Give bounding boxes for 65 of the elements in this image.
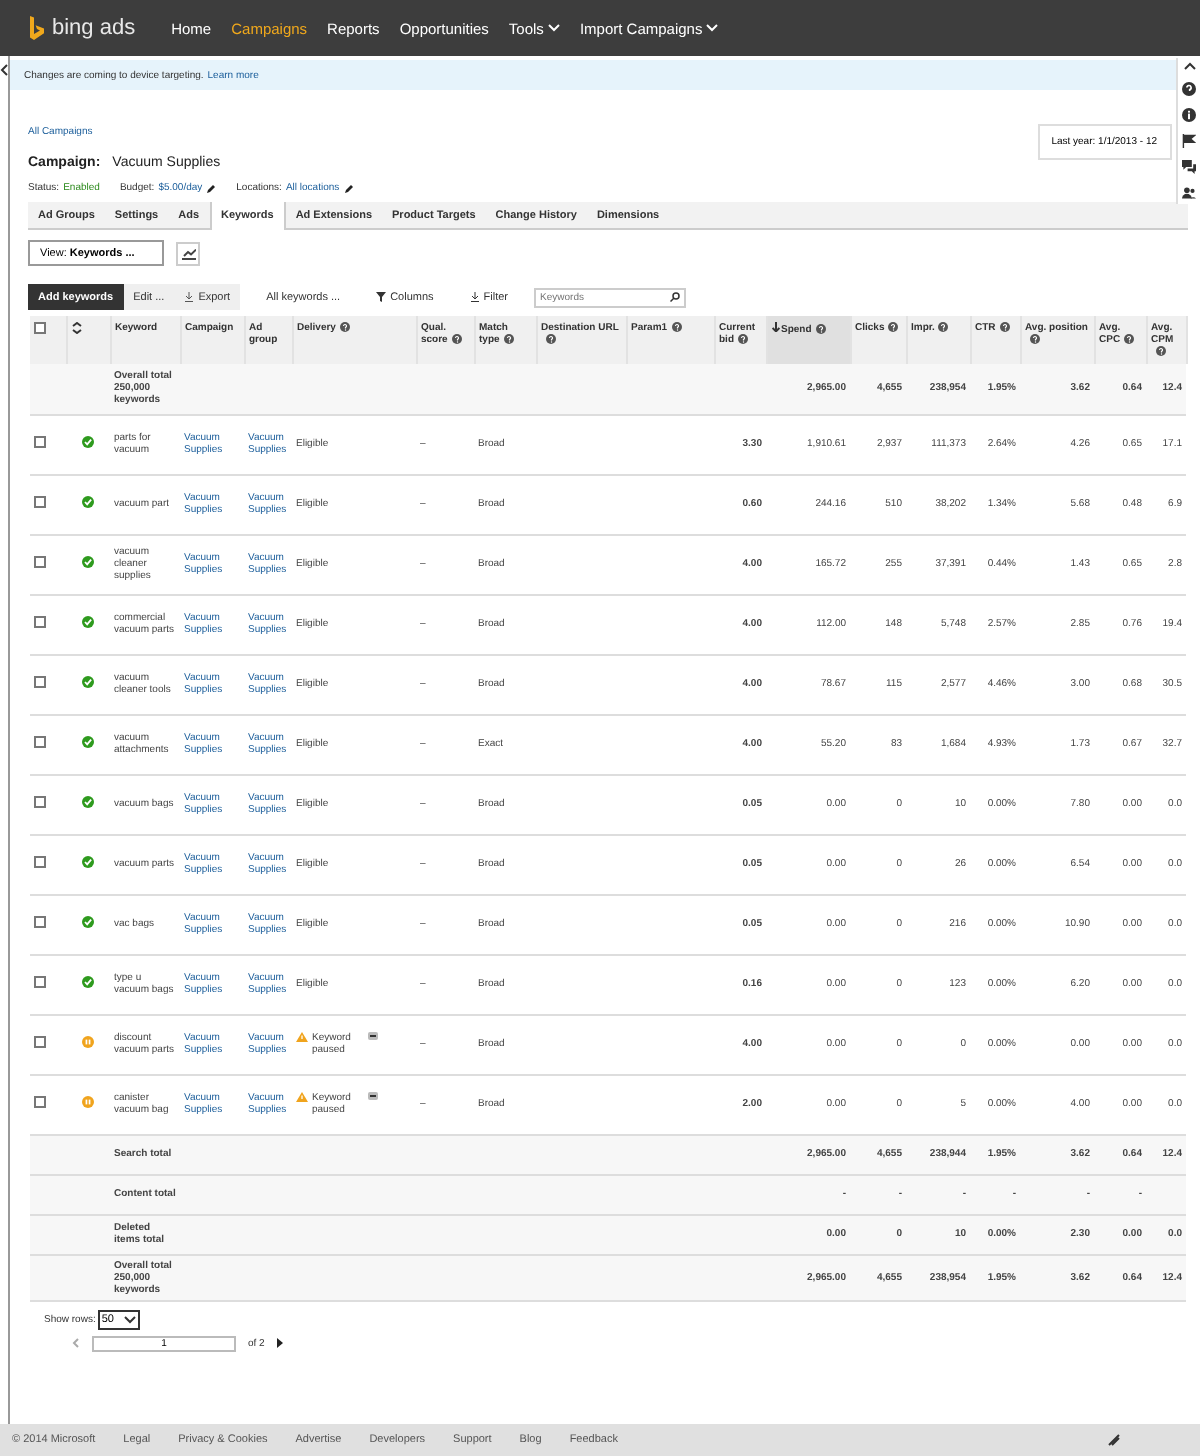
pencil-icon[interactable] [206,183,217,193]
collapse-icon[interactable] [0,64,8,76]
chart-toggle-button[interactable] [176,241,200,265]
row-checkbox[interactable] [34,496,46,508]
check-circle-icon [82,736,94,748]
sort-arrows-icon[interactable] [71,322,81,334]
help-icon[interactable] [938,322,949,333]
help-icon[interactable] [451,334,462,345]
help-icon[interactable] [545,334,555,345]
info-icon[interactable] [1182,108,1196,122]
row-checkbox[interactable] [34,1096,46,1108]
help-icon[interactable] [738,334,748,345]
warning-icon [296,1032,308,1042]
row-checkbox[interactable] [34,1036,46,1048]
pause-circle-icon [82,1096,94,1108]
help-icon[interactable] [888,322,899,333]
help-icon[interactable] [1029,334,1039,345]
row-checkbox[interactable] [34,556,46,568]
check-circle-icon [82,436,94,448]
help-icon[interactable] [671,322,682,333]
row-checkbox[interactable] [34,976,46,988]
check-circle-icon [82,916,94,928]
row-checkbox[interactable] [34,436,46,448]
row-checkbox[interactable] [34,916,46,928]
pencil-icon[interactable] [343,183,354,193]
chevron-down-icon [123,1315,136,1323]
check-circle-icon [82,556,94,568]
logo-text: bing ads [52,16,136,40]
check-circle-icon [82,796,94,808]
collapse-icon[interactable] [368,1092,378,1100]
help-icon[interactable] [1124,334,1135,345]
collapse-icon[interactable] [368,1032,378,1040]
logo[interactable]: bing ads [28,15,136,41]
help-icon[interactable] [999,322,1010,333]
people-icon[interactable] [1182,186,1196,200]
check-circle-icon [82,496,94,508]
download-icon [469,292,480,302]
select-all-checkbox[interactable] [34,322,46,334]
row-checkbox[interactable] [34,856,46,868]
help-icon[interactable] [339,322,350,333]
next-page-icon[interactable] [276,1338,285,1348]
chevron-up-icon[interactable] [1183,62,1195,70]
help-icon[interactable] [1155,346,1165,357]
row-checkbox[interactable] [34,616,46,628]
check-circle-icon [82,676,94,688]
funnel-icon [376,292,387,302]
row-checkbox[interactable] [34,736,46,748]
check-circle-icon [82,856,94,868]
warning-icon [296,1092,308,1102]
help-icon[interactable] [815,324,826,335]
check-circle-icon [82,976,94,988]
check-circle-icon [82,616,94,628]
logo-mark-icon [28,15,46,41]
sort-down-icon [771,322,779,332]
search-icon [670,292,681,302]
chat-icon[interactable] [1182,160,1196,174]
flag-icon[interactable] [1182,134,1196,148]
chart-icon [181,247,195,259]
row-checkbox[interactable] [34,676,46,688]
help-icon[interactable] [1182,82,1196,96]
row-checkbox[interactable] [34,796,46,808]
pause-circle-icon [82,1036,94,1048]
download-icon [184,292,195,302]
resize-icon[interactable] [1108,1434,1120,1446]
help-icon[interactable] [503,334,514,345]
